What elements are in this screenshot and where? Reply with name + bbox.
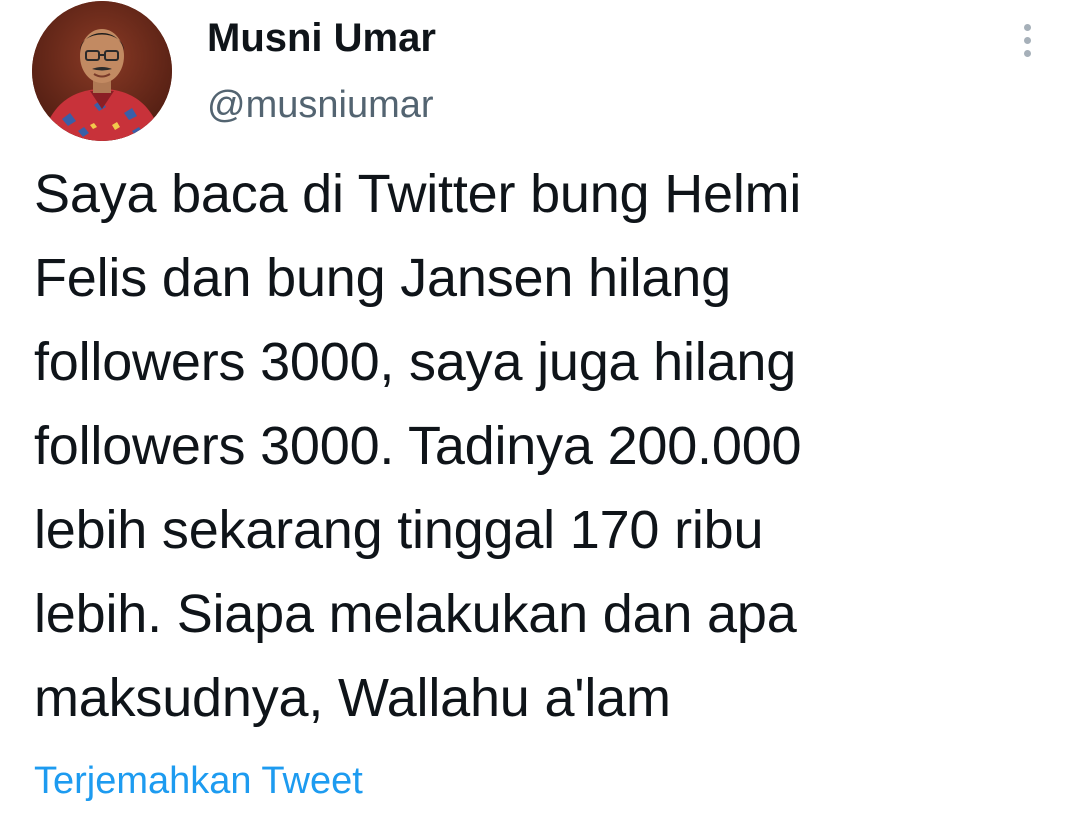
- tweet-text-line: Saya baca di Twitter bung Helmi: [34, 164, 802, 224]
- more-vertical-icon: [1023, 23, 1031, 31]
- tweet-card: Musni Umar @musniumar Saya baca di Twitt…: [0, 0, 1080, 832]
- more-vertical-icon-dot: [1023, 36, 1031, 44]
- more-options-button[interactable]: [1007, 14, 1047, 66]
- tweet-text-line: lebih. Siapa melakukan dan apa: [34, 584, 797, 644]
- more-vertical-icon-dot: [1023, 49, 1031, 57]
- author-handle[interactable]: @musniumar: [207, 82, 434, 128]
- translate-tweet-link[interactable]: Terjemahkan Tweet: [34, 757, 363, 805]
- tweet-text-line: lebih sekarang tinggal 170 ribu: [34, 500, 764, 560]
- tweet-text-line: Felis dan bung Jansen hilang: [34, 248, 731, 308]
- tweet-text-line: followers 3000. Tadinya 200.000: [34, 416, 802, 476]
- tweet-text: Saya baca di Twitter bung Helmi Felis da…: [34, 152, 1074, 740]
- tweet-text-line: maksudnya, Wallahu a'lam: [34, 668, 671, 728]
- author-display-name[interactable]: Musni Umar: [207, 14, 436, 62]
- avatar-photo: [32, 1, 172, 141]
- avatar[interactable]: [32, 1, 172, 141]
- tweet-text-line: followers 3000, saya juga hilang: [34, 332, 797, 392]
